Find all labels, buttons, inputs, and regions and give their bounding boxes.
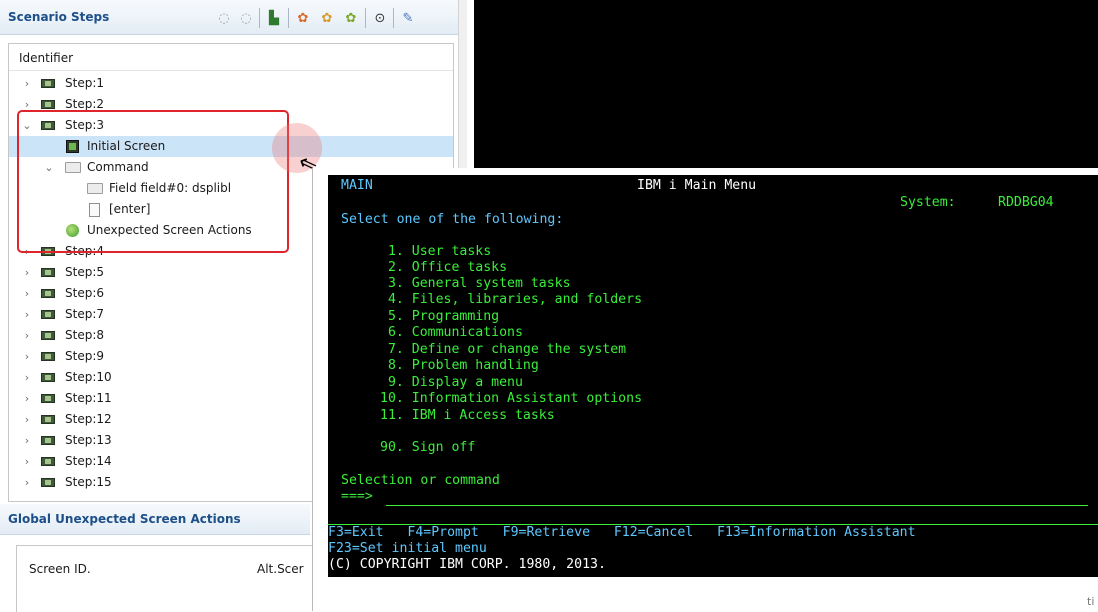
menu-option[interactable]: 4. Files, libraries, and folders — [380, 292, 642, 308]
global-unexpected-table[interactable]: Screen ID. Alt.Scer — [16, 545, 317, 612]
play-icon[interactable]: ✿ — [318, 9, 336, 27]
refresh-icon[interactable]: ✿ — [342, 9, 360, 27]
tree-item-step-1[interactable]: › Step:1 — [9, 73, 453, 94]
status-text: ti — [1087, 595, 1095, 608]
copyright-text: (C) COPYRIGHT IBM CORP. 1980, 2013. — [328, 557, 606, 572]
record-icon[interactable]: ✿ — [294, 9, 312, 27]
menu-option[interactable]: 2. Office tasks — [380, 260, 507, 276]
menu-option[interactable]: 10. Information Assistant options — [380, 391, 642, 407]
step-icon — [41, 331, 55, 340]
back-icon[interactable]: ◌ — [215, 9, 233, 27]
toolbar-separator — [393, 8, 394, 28]
command-input[interactable] — [386, 505, 1088, 506]
tree-item-label: Step:10 — [65, 370, 112, 384]
select-prompt: Select one of the following: — [341, 212, 564, 227]
step-icon — [41, 436, 55, 445]
screen-id-column-header[interactable]: Screen ID. — [29, 562, 91, 576]
tree-item-label: Step:12 — [65, 412, 112, 426]
toolbar-separator — [259, 8, 260, 28]
toolbar-separator — [365, 8, 366, 28]
command-arrow: ===> — [341, 489, 373, 504]
step-icon — [41, 373, 55, 382]
run-icon[interactable]: ⊙ — [371, 9, 389, 27]
expand-chevron-icon[interactable]: › — [21, 73, 33, 94]
terminal-background-area — [474, 0, 1098, 178]
terminal-screen[interactable]: MAIN IBM i Main Menu System: RDDBG04 Sel… — [328, 175, 1098, 577]
expand-chevron-icon[interactable]: › — [21, 262, 33, 283]
expand-chevron-icon[interactable]: › — [21, 409, 33, 430]
selection-label: Selection or command — [341, 473, 500, 488]
forward-icon[interactable]: ◌ — [237, 9, 255, 27]
step-icon — [41, 352, 55, 361]
tree-item-label: Step:9 — [65, 349, 104, 363]
tree-item-label: Step:7 — [65, 307, 104, 321]
expand-chevron-icon[interactable]: › — [21, 325, 33, 346]
function-keys-line-1[interactable]: F3=Exit F4=Prompt F9=Retrieve F12=Cancel… — [328, 525, 916, 541]
expand-chevron-icon[interactable]: › — [21, 304, 33, 325]
global-unexpected-header: Global Unexpected Screen Actions — [0, 504, 310, 535]
expand-chevron-icon[interactable]: › — [21, 430, 33, 451]
tree-item-label: Step:13 — [65, 433, 112, 447]
function-keys-line-2[interactable]: F23=Set initial menu — [328, 541, 487, 557]
step-icon — [41, 289, 55, 298]
highlight-annotation — [17, 110, 289, 253]
expand-chevron-icon[interactable]: › — [21, 367, 33, 388]
scenario-steps-title: Scenario Steps — [8, 10, 110, 24]
menu-option[interactable]: 5. Programming — [380, 309, 499, 325]
step-icon — [41, 415, 55, 424]
step-icon — [41, 310, 55, 319]
tree-item-label: Step:6 — [65, 286, 104, 300]
tree-item-label: Step:15 — [65, 475, 112, 489]
menu-option[interactable]: 9. Display a menu — [380, 375, 523, 391]
tree-item-label: Step:5 — [65, 265, 104, 279]
expand-chevron-icon[interactable]: › — [21, 346, 33, 367]
screen-title: IBM i Main Menu — [637, 178, 757, 193]
tree-item-label: Step:1 — [65, 76, 104, 90]
settings-icon[interactable]: ✎ — [399, 9, 417, 27]
tree-column-header[interactable]: Identifier — [9, 44, 453, 71]
menu-option[interactable]: 7. Define or change the system — [380, 342, 626, 358]
expand-chevron-icon[interactable]: › — [21, 451, 33, 472]
expand-chevron-icon[interactable]: › — [21, 472, 33, 493]
step-icon — [41, 394, 55, 403]
tree-item-label: Step:11 — [65, 391, 112, 405]
menu-option[interactable]: 3. General system tasks — [380, 276, 571, 292]
tree-item-label: Step:14 — [65, 454, 112, 468]
step-icon — [41, 79, 55, 88]
menu-option[interactable]: 1. User tasks — [380, 244, 491, 260]
tree-item-label: Step:8 — [65, 328, 104, 342]
menu-option[interactable]: 11. IBM i Access tasks — [380, 408, 555, 424]
step-icon — [41, 100, 55, 109]
expand-chevron-icon[interactable]: › — [21, 388, 33, 409]
step-icon — [41, 457, 55, 466]
identifier-column-label: Identifier — [19, 51, 74, 65]
step-icon — [41, 268, 55, 277]
expand-chevron-icon[interactable]: › — [21, 283, 33, 304]
system-label: System: — [900, 195, 956, 210]
global-unexpected-title: Global Unexpected Screen Actions — [8, 512, 241, 526]
sign-off-option[interactable]: 90. Sign off — [380, 440, 475, 456]
menu-option[interactable]: 6. Communications — [380, 325, 523, 341]
scenario-steps-header: Scenario Steps ◌ ◌ ▙ ✿ ✿ ✿ ⊙ ✎ — [0, 0, 466, 35]
step-icon[interactable]: ▙ — [265, 9, 283, 27]
system-value: RDDBG04 — [998, 195, 1054, 210]
alt-screen-column-header[interactable]: Alt.Scer — [257, 562, 304, 576]
screen-name: MAIN — [341, 178, 373, 193]
step-icon — [41, 478, 55, 487]
toolbar-separator — [288, 8, 289, 28]
menu-option[interactable]: 8. Problem handling — [380, 358, 539, 374]
